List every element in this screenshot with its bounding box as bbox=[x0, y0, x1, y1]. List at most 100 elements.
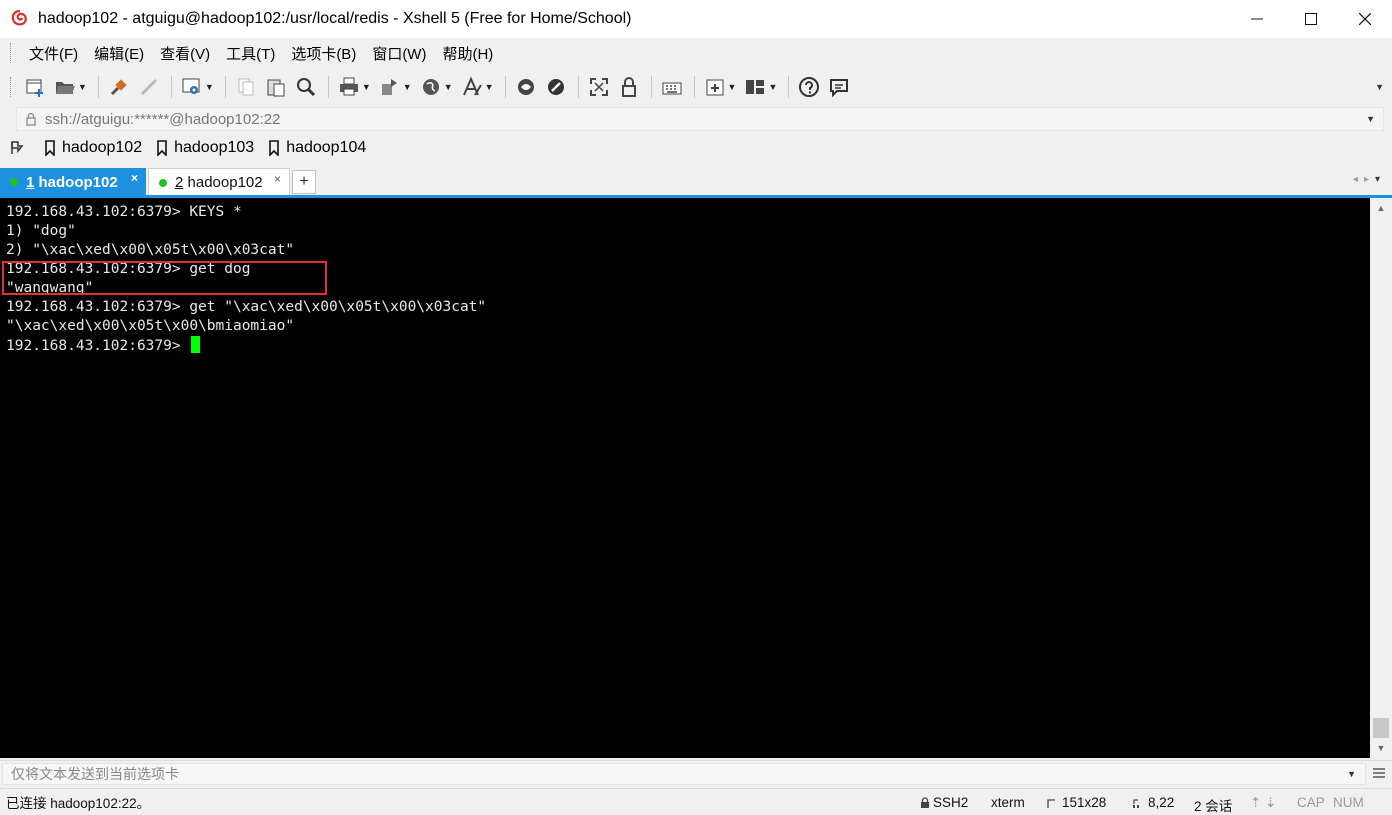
toolbar-separator bbox=[788, 76, 790, 98]
open-session-button[interactable]: ▼ bbox=[51, 73, 90, 101]
status-nav-arrows-icon[interactable]: ⇡ ⇣ bbox=[1250, 795, 1276, 811]
paste-button[interactable] bbox=[262, 73, 290, 101]
chevron-down-icon: ▼ bbox=[204, 82, 214, 92]
bookmark-icon bbox=[45, 140, 55, 156]
tab-label: hadoop102 bbox=[183, 174, 263, 191]
plug-connect-icon bbox=[110, 79, 127, 96]
menu-file[interactable]: 文件(F) bbox=[21, 43, 86, 64]
toolbar: ▼ ▼ ▼ ▼ ▼ ▼ ▼ ▼ ▼ bbox=[0, 70, 1392, 104]
menu-bar: 文件(F) 编辑(E) 查看(V) 工具(T) 选项卡(B) 窗口(W) 帮助(… bbox=[0, 38, 1392, 68]
font-icon bbox=[462, 76, 482, 96]
close-tab-icon[interactable]: × bbox=[131, 171, 138, 185]
close-window-button[interactable] bbox=[1338, 0, 1392, 38]
terminal-area[interactable]: 192.168.43.102:6379> KEYS * 1) "dog" 2) … bbox=[0, 198, 1370, 758]
new-tab-button[interactable]: ▼ bbox=[701, 73, 740, 101]
toolbar-separator bbox=[577, 76, 579, 98]
chat-bubble-icon bbox=[830, 79, 849, 98]
fullscreen-icon bbox=[589, 78, 608, 96]
terminal-line: 2) "\xac\xed\x00\x05t\x00\x03cat" bbox=[6, 242, 295, 258]
add-tab-button[interactable]: + bbox=[292, 170, 316, 194]
tab-session-2[interactable]: 2 hadoop102 × bbox=[148, 168, 290, 196]
copy-button[interactable] bbox=[232, 73, 260, 101]
toolbar-separator bbox=[97, 76, 99, 98]
font-button[interactable]: ▼ bbox=[458, 73, 497, 101]
status-bar: 已连接 hadoop102:22。 SSH2 xterm 151x28 8,22… bbox=[0, 788, 1392, 815]
toolbar-overflow-icon[interactable]: ▼ bbox=[1375, 82, 1384, 92]
xftp-icon bbox=[517, 79, 534, 95]
toolbar-separator bbox=[170, 76, 172, 98]
fullscreen-button[interactable] bbox=[585, 73, 613, 101]
connect-button[interactable] bbox=[105, 73, 133, 101]
properties-button[interactable]: ▼ bbox=[178, 73, 217, 101]
link-hadoop103[interactable]: hadoop103 bbox=[156, 139, 254, 157]
menu-window[interactable]: 窗口(W) bbox=[364, 43, 434, 64]
chevron-down-icon: ▼ bbox=[768, 82, 778, 92]
terminal-line: 1) "dog" bbox=[6, 223, 76, 239]
help-icon bbox=[799, 77, 820, 97]
disconnect-button[interactable] bbox=[135, 73, 163, 101]
menu-view[interactable]: 查看(V) bbox=[152, 43, 218, 64]
highlight-annotation-box bbox=[2, 261, 327, 295]
keyboard-button[interactable] bbox=[658, 73, 686, 101]
scroll-up-icon[interactable]: ▲ bbox=[1370, 200, 1392, 216]
layout-icon bbox=[746, 80, 765, 94]
terminal-line: "\xac\xed\x00\x05t\x00\bmiaomiao" bbox=[6, 318, 295, 334]
print-button[interactable]: ▼ bbox=[335, 73, 374, 101]
find-button[interactable] bbox=[292, 73, 320, 101]
toolbar-grip bbox=[10, 77, 13, 97]
link-hadoop104[interactable]: hadoop104 bbox=[268, 139, 366, 157]
compose-bar: 仅将文本发送到当前选项卡 ▼ bbox=[0, 760, 1392, 786]
xftp-button[interactable] bbox=[512, 73, 540, 101]
bookmark-icon bbox=[157, 140, 167, 156]
terminal-scrollbar[interactable]: ▲ ▼ bbox=[1370, 198, 1392, 758]
session-count-status: 2 会话 bbox=[1194, 799, 1233, 814]
chevron-down-icon[interactable]: ▼ bbox=[1347, 769, 1356, 779]
scrollbar-thumb[interactable] bbox=[1373, 718, 1389, 738]
protocol-status: SSH2 bbox=[920, 795, 968, 810]
tab-session-1[interactable]: 1 hadoop102 × bbox=[0, 168, 146, 196]
file-transfer-icon bbox=[381, 79, 397, 95]
links-bar-menu[interactable] bbox=[10, 140, 30, 156]
title-bar: hadoop102 - atguigu@hadoop102:/usr/local… bbox=[0, 0, 1392, 38]
xmanager-button[interactable] bbox=[542, 73, 570, 101]
compose-input[interactable]: 仅将文本发送到当前选项卡 bbox=[2, 763, 1366, 785]
close-tab-icon[interactable]: × bbox=[274, 172, 281, 186]
toolbar-separator bbox=[224, 76, 226, 98]
lock-button[interactable] bbox=[615, 73, 643, 101]
chat-button[interactable] bbox=[825, 73, 853, 101]
transfer-button[interactable]: ▼ bbox=[376, 73, 415, 101]
menu-tools[interactable]: 工具(T) bbox=[218, 43, 283, 64]
minimize-button[interactable] bbox=[1230, 0, 1284, 38]
lock-icon bbox=[921, 796, 929, 808]
menu-lines-icon[interactable] bbox=[1372, 766, 1386, 780]
terminal-line: 192.168.43.102:6379> get "\xac\xed\x00\x… bbox=[6, 299, 487, 315]
scroll-down-icon[interactable]: ▼ bbox=[1370, 740, 1392, 756]
new-session-button[interactable] bbox=[21, 73, 49, 101]
connected-status-icon bbox=[10, 178, 18, 186]
menu-edit[interactable]: 编辑(E) bbox=[86, 43, 152, 64]
link-label: hadoop103 bbox=[174, 139, 255, 156]
tab-scroll-arrows-icon[interactable]: ◂▸▾ bbox=[1353, 174, 1386, 185]
toolbar-separator bbox=[327, 76, 329, 98]
menu-help[interactable]: 帮助(H) bbox=[434, 43, 501, 64]
lock-icon bbox=[26, 112, 36, 126]
terminal-size-status: 151x28 bbox=[1046, 795, 1106, 810]
web-button[interactable]: ▼ bbox=[417, 73, 456, 101]
layout-button[interactable]: ▼ bbox=[741, 73, 780, 101]
new-session-icon bbox=[26, 79, 43, 97]
toolbar-separator bbox=[650, 76, 652, 98]
link-hadoop102[interactable]: hadoop102 bbox=[44, 139, 142, 157]
protocol-label: SSH2 bbox=[933, 795, 969, 810]
help-button[interactable] bbox=[795, 73, 823, 101]
window-title: hadoop102 - atguigu@hadoop102:/usr/local… bbox=[38, 10, 632, 27]
terminal-prompt-line: 192.168.43.102:6379> bbox=[6, 336, 201, 355]
menu-tab[interactable]: 选项卡(B) bbox=[283, 43, 364, 64]
tab-number: 2 bbox=[175, 174, 184, 191]
chevron-down-icon: ▼ bbox=[727, 82, 737, 92]
chevron-down-icon: ▼ bbox=[484, 82, 494, 92]
maximize-button[interactable] bbox=[1284, 0, 1338, 38]
copy-icon bbox=[238, 78, 254, 96]
chevron-down-icon[interactable]: ▼ bbox=[1366, 114, 1375, 124]
tab-bar: 1 hadoop102 × 2 hadoop102 × + ◂▸▾ bbox=[0, 166, 1392, 196]
address-field[interactable]: ssh://atguigu:******@hadoop102:22 ▼ bbox=[16, 107, 1384, 131]
